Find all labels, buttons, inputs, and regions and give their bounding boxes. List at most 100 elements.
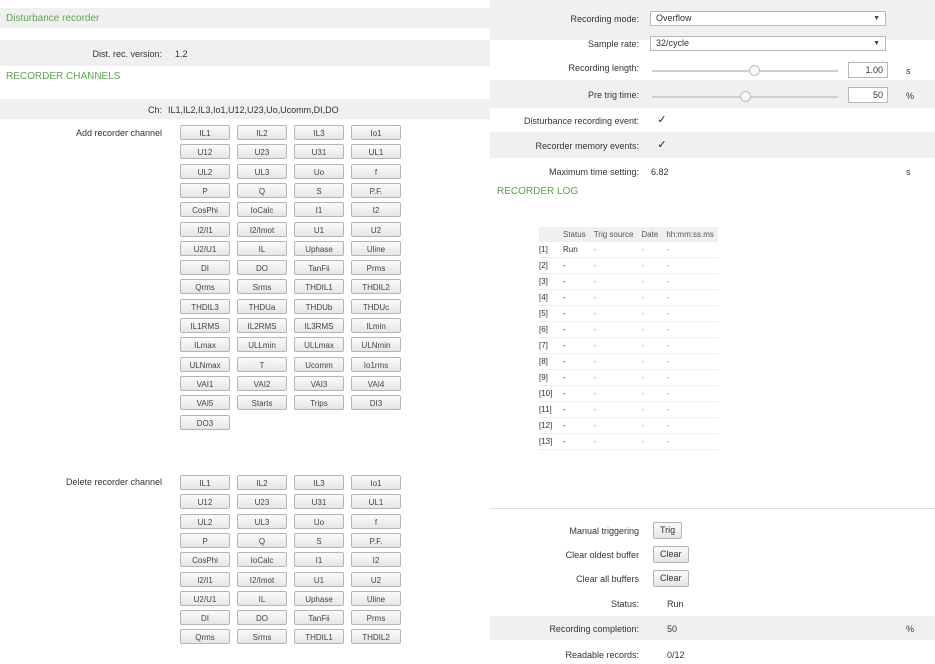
add-channel-vai1-button[interactable]: VAI1 bbox=[180, 375, 230, 391]
add-channel-ulnmin-button[interactable]: ULNmin bbox=[351, 337, 401, 353]
delete-channel-p-button[interactable]: P bbox=[180, 532, 230, 548]
add-channel-u31-button[interactable]: U31 bbox=[294, 144, 344, 160]
add-channel-u1-button[interactable]: U1 bbox=[294, 221, 344, 237]
add-channel-i1-button[interactable]: I1 bbox=[294, 202, 344, 218]
delete-channel-i2-i1-button[interactable]: I2/I1 bbox=[180, 571, 230, 587]
add-channel-vai2-button[interactable]: VAI2 bbox=[237, 375, 287, 391]
add-channel-trips-button[interactable]: Trips bbox=[294, 395, 344, 411]
add-channel-ul1-button[interactable]: UL1 bbox=[351, 144, 401, 160]
add-channel-ul2-button[interactable]: UL2 bbox=[180, 163, 230, 179]
add-channel-vai3-button[interactable]: VAI3 bbox=[294, 375, 344, 391]
delete-channel-cosphi-button[interactable]: CosPhi bbox=[180, 552, 230, 568]
add-channel-il3rms-button[interactable]: IL3RMS bbox=[294, 318, 344, 333]
add-channel-i2-imot-button[interactable]: I2/Imot bbox=[237, 221, 287, 237]
add-channel-iocalc-button[interactable]: IoCalc bbox=[237, 202, 287, 218]
delete-channel-il1-button[interactable]: IL1 bbox=[180, 475, 230, 490]
recording-mode-select[interactable]: Overflow ▼ bbox=[650, 11, 886, 26]
sample-rate-select[interactable]: 32/cycle ▼ bbox=[650, 36, 886, 51]
pre-trig-slider-handle[interactable] bbox=[740, 91, 751, 102]
delete-channel-i2-imot-button[interactable]: I2/Imot bbox=[237, 571, 287, 587]
delete-channel-ul3-button[interactable]: UL3 bbox=[237, 513, 287, 529]
delete-channel-i2-button[interactable]: I2 bbox=[351, 552, 401, 568]
add-channel-ilmax-button[interactable]: ILmax bbox=[180, 337, 230, 353]
add-channel-thdil1-button[interactable]: THDIL1 bbox=[294, 279, 344, 295]
add-channel-thdil2-button[interactable]: THDIL2 bbox=[351, 279, 401, 295]
add-channel-uo-button[interactable]: Uo bbox=[294, 163, 344, 179]
add-channel-ul3-button[interactable]: UL3 bbox=[237, 163, 287, 179]
add-channel-ullmin-button[interactable]: ULLmin bbox=[237, 337, 287, 353]
delete-channel-il3-button[interactable]: IL3 bbox=[294, 475, 344, 490]
add-channel-vai5-button[interactable]: VAI5 bbox=[180, 395, 230, 411]
add-channel-il2rms-button[interactable]: IL2RMS bbox=[237, 318, 287, 333]
delete-channel-uphase-button[interactable]: Uphase bbox=[294, 590, 344, 606]
delete-channel-s-button[interactable]: S bbox=[294, 532, 344, 548]
delete-channel-srms-button[interactable]: Srms bbox=[237, 629, 287, 645]
add-channel-ucomm-button[interactable]: Ucomm bbox=[294, 356, 344, 372]
add-channel-u2-u1-button[interactable]: U2/U1 bbox=[180, 240, 230, 256]
add-channel-il3-button[interactable]: IL3 bbox=[294, 125, 344, 140]
delete-channel-ul1-button[interactable]: UL1 bbox=[351, 494, 401, 510]
delete-channel-il2-button[interactable]: IL2 bbox=[237, 475, 287, 490]
add-channel-thdil3-button[interactable]: THDIL3 bbox=[180, 298, 230, 314]
add-channel-starts-button[interactable]: Starts bbox=[237, 395, 287, 411]
delete-channel-il-button[interactable]: IL bbox=[237, 590, 287, 606]
add-channel-do3-button[interactable]: DO3 bbox=[180, 414, 230, 430]
delete-channel-u1-button[interactable]: U1 bbox=[294, 571, 344, 587]
add-channel-di-button[interactable]: DI bbox=[180, 260, 230, 276]
delete-channel-u31-button[interactable]: U31 bbox=[294, 494, 344, 510]
add-channel-thdub-button[interactable]: THDUb bbox=[294, 298, 344, 314]
pre-trig-input[interactable]: 50 bbox=[848, 87, 888, 103]
add-channel-srms-button[interactable]: Srms bbox=[237, 279, 287, 295]
recording-length-slider[interactable] bbox=[652, 70, 838, 72]
delete-channel-uo-button[interactable]: Uo bbox=[294, 513, 344, 529]
add-channel-do-button[interactable]: DO bbox=[237, 260, 287, 276]
delete-channel-q-button[interactable]: Q bbox=[237, 532, 287, 548]
add-channel-vai4-button[interactable]: VAI4 bbox=[351, 375, 401, 391]
add-channel-p-button[interactable]: P bbox=[180, 182, 230, 198]
delete-channel-prms-button[interactable]: Prms bbox=[351, 610, 401, 626]
add-channel-il-button[interactable]: IL bbox=[237, 240, 287, 256]
delete-channel-iocalc-button[interactable]: IoCalc bbox=[237, 552, 287, 568]
add-channel-tanfii-button[interactable]: TanFii bbox=[294, 260, 344, 276]
trig-button[interactable]: Trig bbox=[653, 522, 683, 539]
add-channel-ulnmax-button[interactable]: ULNmax bbox=[180, 356, 230, 372]
delete-channel-u2-u1-button[interactable]: U2/U1 bbox=[180, 590, 230, 606]
clear-oldest-button[interactable]: Clear bbox=[653, 546, 689, 563]
add-channel-il1rms-button[interactable]: IL1RMS bbox=[180, 318, 230, 333]
add-channel-prms-button[interactable]: Prms bbox=[351, 260, 401, 276]
delete-channel-i1-button[interactable]: I1 bbox=[294, 552, 344, 568]
add-channel-u23-button[interactable]: U23 bbox=[237, 144, 287, 160]
add-channel-p-f-button[interactable]: P.F. bbox=[351, 182, 401, 198]
delete-channel-di-button[interactable]: DI bbox=[180, 610, 230, 626]
delete-channel-thdil2-button[interactable]: THDIL2 bbox=[351, 629, 401, 645]
add-channel-u2-button[interactable]: U2 bbox=[351, 221, 401, 237]
delete-channel-uline-button[interactable]: Uline bbox=[351, 590, 401, 606]
delete-channel-do-button[interactable]: DO bbox=[237, 610, 287, 626]
delete-channel-ul2-button[interactable]: UL2 bbox=[180, 513, 230, 529]
add-channel-thdua-button[interactable]: THDUa bbox=[237, 298, 287, 314]
add-channel-q-button[interactable]: Q bbox=[237, 182, 287, 198]
add-channel-i2-button[interactable]: I2 bbox=[351, 202, 401, 218]
delete-channel-p-f-button[interactable]: P.F. bbox=[351, 532, 401, 548]
clear-all-button[interactable]: Clear bbox=[653, 570, 689, 587]
add-channel-s-button[interactable]: S bbox=[294, 182, 344, 198]
add-channel-thduc-button[interactable]: THDUc bbox=[351, 298, 401, 314]
add-channel-qrms-button[interactable]: Qrms bbox=[180, 279, 230, 295]
add-channel-io1rms-button[interactable]: Io1rms bbox=[351, 356, 401, 372]
add-channel-u12-button[interactable]: U12 bbox=[180, 144, 230, 160]
add-channel-ullmax-button[interactable]: ULLmax bbox=[294, 337, 344, 353]
add-channel-uphase-button[interactable]: Uphase bbox=[294, 240, 344, 256]
add-channel-uline-button[interactable]: Uline bbox=[351, 240, 401, 256]
memory-events-checkbox[interactable]: ✓ bbox=[656, 139, 668, 151]
add-channel-f-button[interactable]: f bbox=[351, 163, 401, 179]
recording-length-input[interactable]: 1.00 bbox=[848, 62, 888, 78]
delete-channel-u12-button[interactable]: U12 bbox=[180, 494, 230, 510]
add-channel-il2-button[interactable]: IL2 bbox=[237, 125, 287, 140]
add-channel-il1-button[interactable]: IL1 bbox=[180, 125, 230, 140]
delete-channel-qrms-button[interactable]: Qrms bbox=[180, 629, 230, 645]
delete-channel-f-button[interactable]: f bbox=[351, 513, 401, 529]
add-channel-ilmin-button[interactable]: ILmin bbox=[351, 318, 401, 333]
add-channel-i2-i1-button[interactable]: I2/I1 bbox=[180, 221, 230, 237]
add-channel-io1-button[interactable]: Io1 bbox=[351, 125, 401, 140]
delete-channel-tanfii-button[interactable]: TanFii bbox=[294, 610, 344, 626]
